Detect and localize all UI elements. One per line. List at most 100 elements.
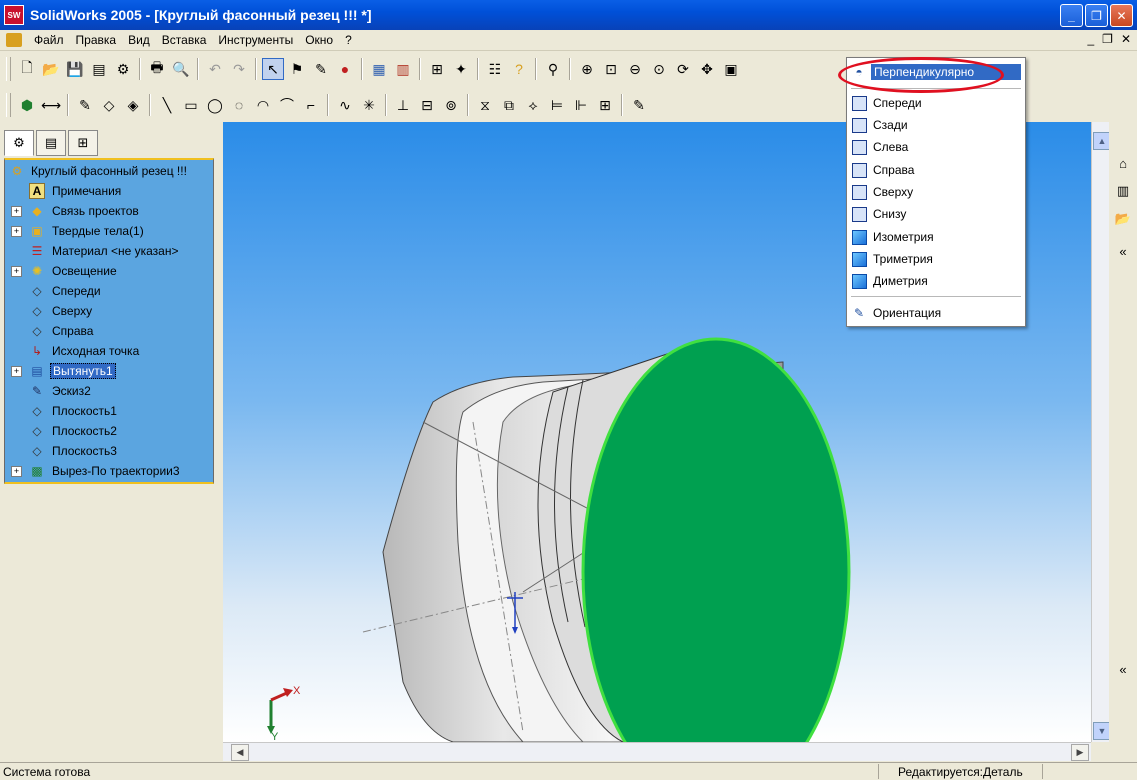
menu-insert[interactable]: Вставка [156, 33, 213, 47]
menu-item-orientation[interactable]: ✎ Ориентация [847, 303, 1025, 323]
undo-icon[interactable]: ↶ [204, 58, 226, 80]
menu-item-isometric[interactable]: Изометрия [847, 227, 1025, 247]
toolbar-grip[interactable] [6, 57, 11, 81]
menu-window[interactable]: Окно [299, 33, 339, 47]
select-filter-icon[interactable]: ⚲ [542, 58, 564, 80]
tree-item[interactable]: ☰ Материал <не указан> [5, 241, 213, 261]
file-explorer-icon[interactable]: 📂 [1112, 208, 1134, 230]
linear-pattern-icon[interactable]: ⧉ [498, 94, 520, 116]
expand-pane-icon[interactable]: « [1112, 658, 1134, 680]
expand-toggle[interactable]: + [11, 225, 22, 237]
menu-item-dimetric[interactable]: Диметрия [847, 271, 1025, 291]
tree-item[interactable]: + ◆ Связь проектов [5, 201, 213, 221]
reference-geometry-icon[interactable]: ⊞ [426, 58, 448, 80]
tree-item[interactable]: + ▣ Твердые тела(1) [5, 221, 213, 241]
edit-sketch-icon[interactable]: ✎ [310, 58, 332, 80]
home-icon[interactable]: ⌂ [1112, 152, 1134, 174]
document-icon[interactable] [6, 33, 22, 47]
expand-toggle[interactable]: + [11, 465, 22, 477]
new-document-icon[interactable]: 🗋 [16, 58, 38, 80]
menu-help[interactable]: ? [339, 33, 358, 47]
smart-dimension-icon[interactable]: ⟷ [40, 94, 62, 116]
tree-item[interactable]: ◇ Сверху [5, 301, 213, 321]
featuremanager-tab[interactable]: ⚙ [4, 130, 34, 156]
maximize-button[interactable]: ❐ [1085, 4, 1108, 27]
instant3d-icon[interactable]: ✦ [450, 58, 472, 80]
help-icon[interactable]: ? [508, 58, 530, 80]
sketch-mode-icon[interactable]: ⬢ [16, 94, 38, 116]
doc-restore-button[interactable]: ❐ [1102, 32, 1113, 46]
repair-sketch-icon[interactable]: ⊞ [594, 94, 616, 116]
tree-item[interactable]: ◇ Плоскость3 [5, 441, 213, 461]
point-icon[interactable]: ✳ [358, 94, 380, 116]
design-library-icon[interactable]: ▥ [1112, 180, 1134, 202]
tree-item[interactable]: ◇ Справа [5, 321, 213, 341]
menu-tools[interactable]: Инструменты [212, 33, 299, 47]
move-entities-icon[interactable]: ⟡ [522, 94, 544, 116]
configurationmanager-tab[interactable]: ⊞ [68, 130, 98, 156]
view-orientation-icon[interactable]: ▣ [720, 58, 742, 80]
rectangle-icon[interactable]: ▭ [180, 94, 202, 116]
collapse-pane-icon[interactable]: « [1112, 240, 1134, 262]
menu-item-left[interactable]: Слева [847, 137, 1025, 157]
tangent-arc-icon[interactable]: ◠ [252, 94, 274, 116]
tree-item[interactable]: A Примечания [5, 181, 213, 201]
doc-minimize-button[interactable]: _ [1087, 32, 1094, 46]
tree-item[interactable]: ◇ Спереди [5, 281, 213, 301]
print-preview-icon[interactable]: 🔍 [170, 58, 192, 80]
zoom-to-area-icon[interactable]: ⊡ [600, 58, 622, 80]
expand-toggle[interactable]: + [11, 365, 22, 377]
tree-item[interactable]: + ▩ Вырез-По траектории3 [5, 461, 213, 481]
zoom-in-out-icon[interactable]: ⊖ [624, 58, 646, 80]
make-drawing-icon[interactable]: ▤ [88, 58, 110, 80]
circle-icon[interactable]: ◯ [204, 94, 226, 116]
grid-icon[interactable]: ▦ [368, 58, 390, 80]
vertical-scrollbar[interactable]: ▲ ▼ [1091, 122, 1111, 742]
select-pointer-icon[interactable]: ↖ [262, 58, 284, 80]
minimize-button[interactable]: _ [1060, 4, 1083, 27]
close-button[interactable]: ✕ [1110, 4, 1133, 27]
three-point-arc-icon[interactable]: ⌒ [276, 94, 298, 116]
offset-entities-icon[interactable]: ⊚ [440, 94, 462, 116]
menu-item-back[interactable]: Сзади [847, 115, 1025, 135]
options-icon[interactable]: ☷ [484, 58, 506, 80]
redo-icon[interactable]: ↷ [228, 58, 250, 80]
menu-item-top[interactable]: Сверху [847, 182, 1025, 202]
tree-item[interactable]: ◇ Плоскость2 [5, 421, 213, 441]
toolbar-grip[interactable] [6, 93, 11, 117]
quick-snaps-icon[interactable]: ✎ [628, 94, 650, 116]
sketch-icon[interactable]: ✎ [74, 94, 96, 116]
menu-item-bottom[interactable]: Снизу [847, 204, 1025, 224]
zoom-selection-icon[interactable]: ⊙ [648, 58, 670, 80]
wall-icon[interactable]: ▥ [392, 58, 414, 80]
tree-item[interactable]: ✎ Эскиз2 [5, 381, 213, 401]
pan-icon[interactable]: ✥ [696, 58, 718, 80]
scroll-right-icon[interactable]: ▶ [1071, 744, 1089, 761]
expand-toggle[interactable]: + [11, 265, 22, 277]
display-relations-icon[interactable]: ⊨ [546, 94, 568, 116]
menu-edit[interactable]: Правка [70, 33, 123, 47]
save-icon[interactable]: 💾 [64, 58, 86, 80]
centerpoint-arc-icon[interactable]: ◌ [228, 94, 250, 116]
open-folder-icon[interactable]: 📂 [40, 58, 62, 80]
menu-file[interactable]: Файл [28, 33, 70, 47]
add-relation-icon[interactable]: ⊩ [570, 94, 592, 116]
propertymanager-tab[interactable]: ▤ [36, 130, 66, 156]
print-icon[interactable]: 🖶 [146, 58, 168, 80]
menu-item-trimetric[interactable]: Триметрия [847, 249, 1025, 269]
fillet-icon[interactable]: ⌐ [300, 94, 322, 116]
menu-item-right[interactable]: Справа [847, 160, 1025, 180]
horizontal-scrollbar[interactable]: ◀ ▶ [223, 742, 1091, 761]
tree-item[interactable]: ⚙ Круглый фасонный резец !!! [5, 161, 213, 181]
sketch-picture-icon[interactable]: ◈ [122, 94, 144, 116]
trim-icon[interactable]: ⊥ [392, 94, 414, 116]
solidworks-app-icon[interactable]: SW [4, 5, 24, 25]
rebuild-icon[interactable]: ⚑ [286, 58, 308, 80]
line-icon[interactable]: ╲ [156, 94, 178, 116]
rotate-view-icon[interactable]: ⟳ [672, 58, 694, 80]
traffic-light-icon[interactable]: ● [334, 58, 356, 80]
tree-item[interactable]: + ✺ Освещение [5, 261, 213, 281]
scroll-left-icon[interactable]: ◀ [231, 744, 249, 761]
menu-view[interactable]: Вид [122, 33, 156, 47]
3d-sketch-icon[interactable]: ◇ [98, 94, 120, 116]
